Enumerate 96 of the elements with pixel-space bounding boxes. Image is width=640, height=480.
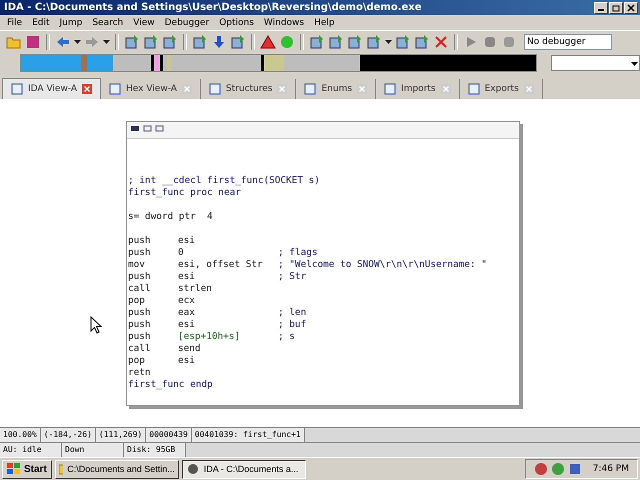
operand: ecx [178, 295, 196, 307]
menu-item[interactable]: File [2, 18, 28, 28]
code-comment: ; len [278, 307, 306, 319]
window-icon [468, 83, 480, 95]
window-icon [109, 83, 122, 95]
operand: 0 [178, 247, 185, 259]
toolbar-icon[interactable] [414, 34, 430, 50]
window-icon [208, 83, 221, 95]
toolbar-icon[interactable] [309, 34, 325, 50]
navigation-band[interactable] [20, 54, 537, 72]
operand: eax [178, 307, 196, 319]
status-field: AU: idle [0, 443, 62, 457]
menu-item[interactable]: Edit [27, 18, 54, 28]
toolbar-icon[interactable] [162, 34, 178, 50]
windows-logo-icon [7, 463, 21, 475]
mnemonic: push [128, 307, 152, 319]
code-comment: ; "Welcome to SNOW\r\n\r\nUsername: " [278, 259, 487, 271]
close-icon[interactable] [82, 84, 92, 94]
tab[interactable]: IDA View-A [2, 78, 102, 99]
operand: [esp+10h+s] [178, 331, 242, 343]
menu-item[interactable]: Options [214, 18, 259, 28]
segment-select[interactable] [551, 55, 640, 71]
window-icon [11, 83, 23, 95]
mnemonic: push [128, 235, 152, 247]
menu-item[interactable]: Help [309, 18, 340, 28]
operand: esi [178, 355, 196, 367]
code-line: ; int __cdecl first_func(SOCKET s) [128, 175, 320, 187]
restore-icon [612, 4, 620, 12]
status-field: 00000439 [146, 428, 192, 442]
minimize-icon [598, 9, 604, 11]
mnemonic: push [128, 319, 152, 331]
mnemonic: push [128, 271, 152, 283]
window-title: IDA - C:\Documents and Settings\User\Desktop\Reversing\demo\demo.exe [4, 2, 423, 13]
close-button[interactable] [624, 2, 638, 14]
toolbar-icon[interactable] [328, 34, 344, 50]
toolbar-icon[interactable] [366, 34, 382, 50]
operand: send [178, 343, 202, 355]
tray-icon[interactable] [534, 462, 548, 476]
toolbar-icon[interactable] [124, 34, 140, 50]
toolbar-icon[interactable] [192, 34, 208, 50]
mnemonic: push [128, 247, 152, 259]
menu-item[interactable]: Jump [54, 18, 88, 28]
tab[interactable]: Structures [200, 79, 296, 99]
mnemonic: call [128, 283, 152, 295]
status-field: (111,269) [96, 428, 146, 442]
operand: strlen [178, 283, 213, 295]
taskbar-item[interactable]: IDA - C:\Documents a... [182, 460, 306, 478]
code-comment: ; s [278, 331, 295, 343]
app-icon [186, 463, 200, 475]
mnemonic: mov [128, 259, 146, 271]
operand: esi [178, 319, 196, 331]
menu-item[interactable]: View [128, 18, 160, 28]
tab[interactable]: Exports [460, 79, 543, 99]
menu-item[interactable]: Windows [258, 18, 310, 28]
toolbar-icon[interactable] [230, 34, 246, 50]
status-field: 100.00% [0, 428, 41, 442]
code-comment: ; flags [278, 247, 318, 259]
operand: esi, offset Str [178, 259, 264, 271]
mnemonic: pop [128, 295, 146, 307]
start-button[interactable]: Start [2, 460, 52, 478]
down-arrow-icon[interactable] [211, 34, 227, 50]
mouse-cursor-icon [90, 316, 102, 334]
warning-icon[interactable] [260, 34, 276, 50]
operand: esi [178, 271, 196, 283]
code-line: first_func proc near [128, 187, 241, 199]
clock: 7:46 PM [592, 464, 629, 474]
mnemonic: call [128, 343, 152, 355]
window-icon [304, 83, 316, 95]
mnemonic: pop [128, 355, 146, 367]
restore-button[interactable] [609, 2, 623, 14]
toolbar-icon[interactable] [395, 34, 411, 50]
menu-item[interactable]: Debugger [160, 18, 214, 28]
debugger-select[interactable]: No debugger [524, 34, 612, 50]
status-field: 00401039: first_func+1 [192, 428, 305, 442]
operand: esi [178, 235, 196, 247]
node-icons-drawing [131, 124, 165, 132]
mnemonic: push [128, 331, 152, 343]
status-field: (-184,-26) [40, 428, 96, 442]
code-comment: ; buf [278, 319, 306, 331]
menu-item[interactable]: Search [87, 18, 128, 28]
toolbar-icon[interactable] [143, 34, 159, 50]
tray-icon[interactable] [568, 462, 582, 476]
window-icon [384, 83, 396, 95]
taskbar-item[interactable]: C:\Documents and Settin... [54, 460, 179, 478]
code-comment: ; Str [278, 271, 306, 283]
close-icon [627, 4, 635, 12]
tab[interactable]: Enums [296, 79, 376, 99]
code-line: first_func endp [128, 379, 213, 391]
status-field: Down [62, 443, 124, 457]
tab[interactable]: Hex View-A [101, 79, 201, 99]
status-field: Disk: 95GB [124, 443, 186, 457]
tab[interactable]: Imports [376, 79, 460, 99]
code-line: s= dword ptr 4 [128, 211, 213, 223]
minimize-button[interactable] [594, 2, 608, 14]
mnemonic: retn [128, 367, 152, 379]
toolbar-icon[interactable] [347, 34, 363, 50]
